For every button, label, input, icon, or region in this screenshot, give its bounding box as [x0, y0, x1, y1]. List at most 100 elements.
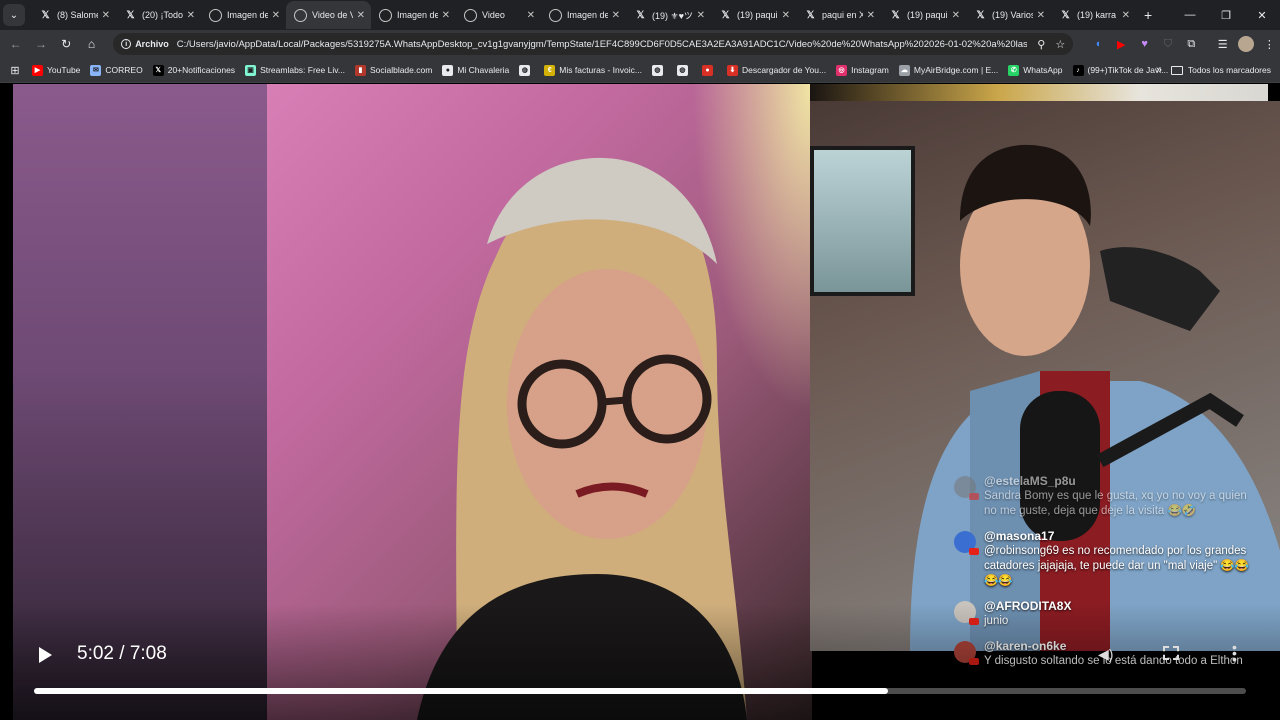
tab-3[interactable]: Video de V ✕ [286, 1, 371, 29]
globe-icon: ◍ [651, 64, 663, 76]
volume-icon[interactable]: ◀) [1098, 646, 1113, 663]
bookmark-5[interactable]: ● Mi Chavaleria [442, 64, 509, 76]
bookmark-12[interactable]: ◎ Instagram [836, 64, 889, 76]
tab-close-icon[interactable]: ✕ [1122, 10, 1130, 21]
pip-top-strip [810, 84, 1280, 101]
tab-close-icon[interactable]: ✕ [1037, 10, 1045, 21]
profile-avatar[interactable] [1235, 33, 1256, 55]
close-window-icon[interactable]: ✕ [1244, 0, 1280, 30]
x-icon: 𝕏 [721, 9, 730, 21]
bookmark-label: Mis facturas - Invoic... [559, 65, 642, 75]
time-display: 5:02 / 7:08 [77, 643, 167, 664]
bookmark-2[interactable]: 𝕏 20+Notificaciones [152, 64, 235, 76]
tab-close-icon[interactable]: ✕ [102, 10, 110, 21]
youtube-icon: ▶ [32, 64, 43, 76]
extension-youtube-icon[interactable]: ▶ [1111, 33, 1132, 55]
bookmark-8[interactable]: ◍ [651, 64, 667, 76]
bookmark-label: CORREO [105, 65, 143, 75]
x-icon: 𝕏 [1061, 9, 1070, 21]
bookmark-3[interactable]: ▣ Streamlabs: Free Liv... [245, 64, 345, 76]
bookmark-10[interactable]: ● [701, 64, 717, 76]
bookmark-14[interactable]: ✆ WhatsApp [1008, 64, 1063, 76]
back-arrow-icon[interactable]: ← [4, 32, 27, 56]
new-tab-plus-icon[interactable]: + [1144, 7, 1152, 23]
menu-kebab-icon[interactable]: ⋮ [1259, 33, 1280, 55]
invoice-icon: € [544, 64, 556, 76]
tab-1[interactable]: 𝕏 (20) ¡Todo ✕ [116, 1, 201, 29]
x-icon: 𝕏 [976, 9, 985, 21]
bookmark-6[interactable]: ◍ [519, 64, 534, 76]
youtube-badge-icon [969, 493, 979, 500]
bookmark-label: Instagram [851, 65, 889, 75]
tab-close-icon[interactable]: ✕ [272, 10, 280, 21]
tab-close-icon[interactable]: ✕ [187, 10, 195, 21]
bookmark-11[interactable]: ⬇ Descargador de You... [726, 64, 826, 76]
tab-close-icon[interactable]: ✕ [782, 10, 790, 21]
bookmark-label: YouTube [47, 65, 81, 75]
tab-2[interactable]: Imagen de ✕ [201, 1, 286, 29]
tab-close-icon[interactable]: ✕ [952, 10, 960, 21]
tab-12[interactable]: 𝕏 (19) karra ✕ [1051, 1, 1136, 29]
bookmark-0[interactable]: ▶ YouTube [32, 64, 81, 76]
bookmark-4[interactable]: ▮ Socialblade.com [354, 64, 432, 76]
play-icon[interactable] [34, 644, 56, 666]
tab-11[interactable]: 𝕏 (19) Varios ✕ [966, 1, 1051, 29]
bookmark-15[interactable]: ♪ (99+)TikTok de Javi... [1072, 64, 1168, 76]
url-text[interactable]: C:/Users/javio/AppData/Local/Packages/53… [177, 39, 1028, 50]
tab-title: (19) ⚜♥ツ [652, 10, 693, 21]
tab-8[interactable]: 𝕏 (19) paqui ✕ [711, 1, 796, 29]
tab-close-icon[interactable]: ✕ [357, 10, 365, 21]
home-icon[interactable]: ⌂ [80, 32, 103, 56]
tab-close-icon[interactable]: ✕ [612, 10, 620, 21]
x-icon: 𝕏 [636, 9, 645, 21]
reading-list-icon[interactable]: ☰ [1212, 33, 1233, 55]
extension-audio-icon[interactable]: ◖ [1087, 33, 1108, 55]
address-bar[interactable]: i Archivo C:/Users/javio/AppData/Local/Pa… [113, 33, 1074, 55]
tab-title: (19) paqui [737, 10, 778, 20]
tab-5[interactable]: Video ✕ [456, 1, 541, 29]
seek-bar-played [34, 688, 889, 694]
tab-close-icon[interactable]: ✕ [867, 10, 875, 21]
tab-close-icon[interactable]: ✕ [527, 10, 535, 21]
tab-4[interactable]: Imagen de ✕ [371, 1, 456, 29]
tab-close-icon[interactable]: ✕ [442, 10, 450, 21]
bookmarks-bar: ⊞ ▶ YouTube ✉ CORREO 𝕏 20+Notificaciones ▣ Stre… [0, 58, 1280, 83]
tab-title: (8) Salome [57, 10, 98, 20]
avatar [954, 476, 979, 500]
tab-search-chevron-icon[interactable]: ⌄ [3, 4, 25, 26]
all-bookmarks-folder[interactable]: Todos los marcadores [1170, 65, 1271, 75]
bookmark-star-icon[interactable]: ☆ [1055, 38, 1065, 51]
minimize-icon[interactable]: — [1172, 0, 1208, 30]
file-badge[interactable]: i Archivo [121, 39, 169, 49]
bookmark-7[interactable]: € Mis facturas - Invoic... [544, 64, 642, 76]
bookmark-1[interactable]: ✉ CORREO [90, 64, 143, 76]
bookmarks-overflow-icon[interactable]: » [1156, 64, 1162, 76]
extension-shield-icon[interactable]: ⛉ [1157, 33, 1178, 55]
tab-7[interactable]: 𝕏 (19) ⚜♥ツ ✕ [626, 1, 711, 29]
tab-0[interactable]: 𝕏 (8) Salome ✕ [31, 1, 116, 29]
extension-heart-icon[interactable]: ♥ [1134, 33, 1155, 55]
tab-6[interactable]: Imagen de ✕ [541, 1, 626, 29]
x-icon: 𝕏 [126, 9, 135, 21]
tab-9[interactable]: 𝕏paqui en X ✕ [796, 1, 881, 29]
restore-icon[interactable]: ❐ [1208, 0, 1244, 30]
x-icon: 𝕏 [891, 9, 900, 21]
fullscreen-icon[interactable] [1163, 646, 1179, 660]
more-options-icon[interactable]: • • • [1232, 640, 1237, 666]
extensions-puzzle-icon[interactable]: ⧉ [1181, 33, 1202, 55]
bookmark-9[interactable]: ◍ [676, 64, 692, 76]
apps-grid-icon[interactable]: ⊞ [0, 64, 30, 77]
zoom-icon[interactable]: ⚲ [1037, 38, 1045, 51]
tab-close-icon[interactable]: ✕ [697, 10, 705, 21]
cloud-icon: ☁ [898, 64, 910, 76]
reload-icon[interactable]: ↻ [55, 32, 78, 56]
video-player[interactable]: @estelaMS_p8u Sandra Bomy es que le gusta… [0, 84, 1280, 720]
bookmark-13[interactable]: ☁ MyAirBridge.com | E... [898, 64, 998, 76]
tab-10[interactable]: 𝕏 (19) paqui ✕ [881, 1, 966, 29]
apple-icon: ● [701, 64, 713, 76]
mail-icon: ✉ [90, 64, 102, 76]
x-icon: 𝕏 [152, 64, 164, 76]
folder-icon [1170, 65, 1183, 75]
seek-bar[interactable] [34, 688, 1246, 694]
forward-arrow-icon[interactable]: → [29, 32, 52, 56]
